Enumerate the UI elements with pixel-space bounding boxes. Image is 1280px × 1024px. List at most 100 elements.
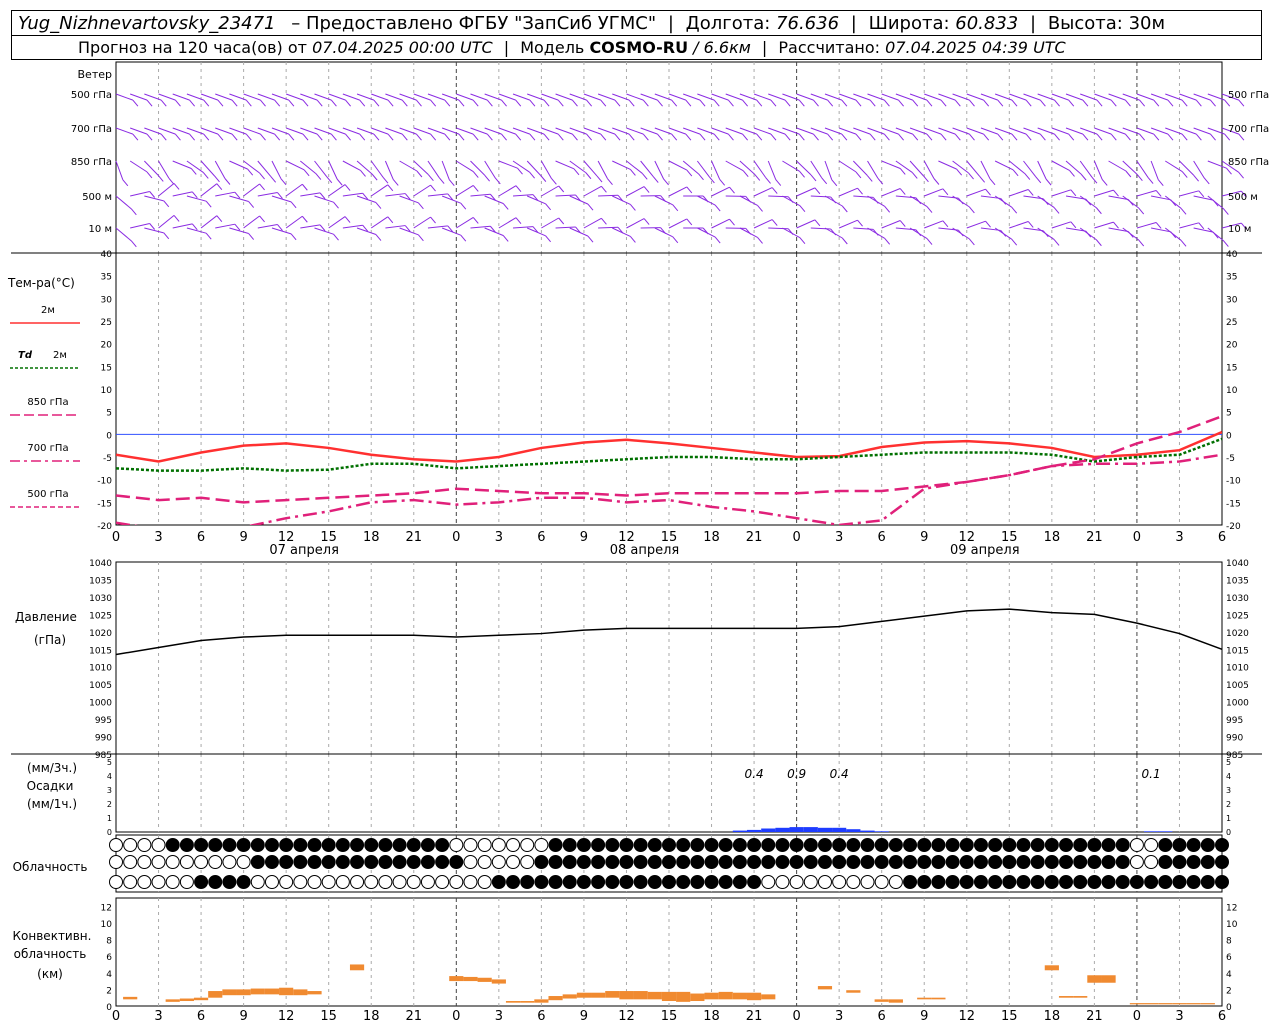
wind-barb bbox=[810, 195, 831, 198]
wind-barb-flag bbox=[899, 188, 906, 195]
cloud-symbol bbox=[860, 875, 875, 889]
precip-ytick: 0 bbox=[107, 828, 112, 837]
wind-barb-flag bbox=[742, 133, 749, 141]
precip-ylabel-1: Осадки bbox=[27, 779, 74, 793]
wind-barb bbox=[413, 216, 431, 229]
wind-barb bbox=[285, 183, 303, 197]
wind-barb bbox=[924, 220, 944, 229]
precip-ytick-right: 3 bbox=[1226, 786, 1231, 795]
wind-barb-flag bbox=[259, 183, 265, 191]
wind-barb-flag bbox=[460, 234, 467, 242]
wind-barb bbox=[328, 184, 346, 197]
conv-xtick: 6 bbox=[1218, 1009, 1226, 1024]
temp-ytick: -10 bbox=[97, 477, 112, 487]
precip-bar bbox=[1144, 831, 1159, 832]
wind-barb bbox=[1094, 127, 1112, 135]
wind-barb-flag bbox=[713, 133, 720, 141]
wind-barb bbox=[1108, 93, 1126, 101]
wind-barb-flag bbox=[1167, 99, 1174, 107]
conv-xtick: 3 bbox=[835, 1009, 843, 1024]
wind-barb bbox=[725, 93, 743, 101]
convective-bar bbox=[704, 992, 719, 1000]
convective-bar bbox=[1087, 975, 1102, 983]
conv-ytick-right: 12 bbox=[1226, 903, 1237, 913]
convective-bar bbox=[463, 976, 478, 982]
cloud-symbol bbox=[945, 838, 960, 852]
legend-500-label: 500 гПа bbox=[27, 489, 68, 500]
convective-bar bbox=[605, 991, 620, 998]
cloud-symbol bbox=[179, 838, 194, 852]
wind-barb-flag bbox=[933, 178, 940, 185]
wind-barb bbox=[867, 227, 885, 239]
wind-barb-flag bbox=[315, 173, 322, 180]
cloud-symbol bbox=[775, 875, 790, 889]
precip-ytick: 2 bbox=[107, 800, 112, 809]
cloud-symbol bbox=[364, 855, 379, 869]
cloud-symbol bbox=[279, 838, 294, 852]
cloud-symbol bbox=[803, 838, 818, 852]
wind-barb bbox=[838, 187, 858, 197]
convective-bar bbox=[1172, 1003, 1187, 1005]
wind-barb-flag bbox=[956, 168, 963, 176]
wind-barb-flag bbox=[428, 174, 434, 181]
wind-barb bbox=[215, 191, 235, 197]
conv-xtick: 9 bbox=[239, 1009, 247, 1024]
wind-barb-flag bbox=[1070, 189, 1077, 197]
wind-barb-flag bbox=[375, 202, 382, 209]
wind-barb-flag bbox=[132, 99, 139, 107]
wind-barb-flag bbox=[401, 99, 408, 107]
day-label: 09 апреля bbox=[950, 543, 1020, 558]
cloud-symbol bbox=[562, 838, 577, 852]
cloud-symbol bbox=[605, 855, 620, 869]
wind-barb-flag bbox=[641, 172, 648, 180]
wind-barb-flag bbox=[205, 200, 212, 208]
cloud-symbol bbox=[506, 838, 521, 852]
wind-level-label: 850 гПа bbox=[71, 157, 112, 168]
wind-barb bbox=[498, 217, 517, 229]
precip-ytick-right: 1 bbox=[1226, 814, 1231, 823]
wind-barb-flag bbox=[130, 208, 137, 216]
wind-barb bbox=[1008, 160, 1026, 174]
cloud-title: Облачность bbox=[13, 860, 88, 874]
cloud-symbol bbox=[576, 875, 591, 889]
wind-barb bbox=[881, 188, 901, 197]
wind-barb bbox=[909, 127, 928, 135]
cloud-symbol bbox=[179, 855, 194, 869]
wind-barb bbox=[753, 93, 772, 101]
cloud-symbol bbox=[789, 875, 804, 889]
wind-barb bbox=[1136, 93, 1155, 101]
convective-bar bbox=[279, 987, 294, 996]
precip-ytick-right: 4 bbox=[1226, 772, 1231, 781]
convective-bar bbox=[1058, 996, 1074, 998]
wind-barb bbox=[342, 127, 360, 135]
cloud-symbol bbox=[633, 855, 648, 869]
wind-barb bbox=[725, 160, 744, 172]
wind-barb bbox=[243, 93, 261, 101]
wind-barb bbox=[243, 160, 260, 174]
meteogram-chart: 0 3 6 9 12 15 18 21 0 3 6 9 12 15 18 21 0 3 6 9 12 15 18 21 0 3 60… bbox=[7, 61, 1269, 1024]
wind-level-label-right: 850 гПа bbox=[1228, 157, 1269, 168]
wind-barb bbox=[555, 226, 576, 229]
cloud-symbol bbox=[917, 875, 932, 889]
cloud-symbol bbox=[846, 875, 861, 889]
wind-barb-flag bbox=[333, 233, 339, 241]
conv-ytick: 4 bbox=[106, 970, 112, 980]
wind-barb bbox=[697, 127, 715, 135]
temp-ytick: -15 bbox=[97, 499, 112, 509]
wind-barb bbox=[130, 127, 148, 135]
cloud-symbol bbox=[959, 838, 974, 852]
wind-barb bbox=[1051, 160, 1070, 171]
wind-barb bbox=[1009, 189, 1029, 197]
convective-bar bbox=[264, 988, 280, 995]
temp-xtick: 3 bbox=[495, 530, 503, 545]
cloud-symbol bbox=[1144, 838, 1159, 852]
convective-bar bbox=[236, 989, 251, 996]
wind-barb bbox=[626, 186, 645, 197]
cloud-symbol bbox=[534, 855, 549, 869]
wind-barb bbox=[1108, 160, 1127, 172]
wind-barb bbox=[300, 224, 321, 229]
cloud-symbol bbox=[959, 855, 974, 869]
wind-barb-flag bbox=[814, 187, 821, 195]
temp-ytick: 5 bbox=[106, 409, 112, 419]
wind-barb-flag bbox=[359, 99, 366, 107]
